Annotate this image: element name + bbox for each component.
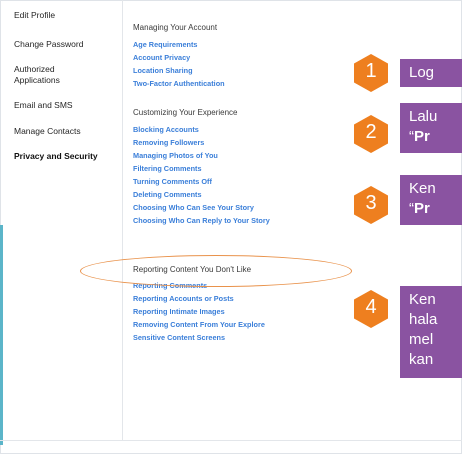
link-sensitive-content[interactable]: Sensitive Content Screens (133, 333, 225, 342)
section-title-customizing: Customizing Your Experience (133, 108, 238, 117)
link-removing-followers[interactable]: Removing Followers (133, 138, 204, 147)
left-accent-bar (0, 225, 3, 445)
link-age-requirements[interactable]: Age Requirements (133, 40, 197, 49)
link-filtering-comments[interactable]: Filtering Comments (133, 164, 202, 173)
step-callout-3: Ken “Pr (400, 175, 462, 225)
link-who-can-reply-story[interactable]: Choosing Who Can Reply to Your Story (133, 216, 270, 225)
link-turning-comments-off[interactable]: Turning Comments Off (133, 177, 212, 186)
step-callout-2: Lalu “Pr (400, 103, 462, 153)
sidebar-divider (122, 0, 123, 440)
link-blocking-accounts[interactable]: Blocking Accounts (133, 125, 199, 134)
link-managing-photos[interactable]: Managing Photos of You (133, 151, 218, 160)
link-two-factor[interactable]: Two-Factor Authentication (133, 79, 225, 88)
step-callout-4: Ken hala mel kan (400, 286, 462, 378)
step-text-4-line-4: kan (409, 351, 434, 368)
link-deleting-comments[interactable]: Deleting Comments (133, 190, 202, 199)
sidebar-item-email-sms[interactable]: Email and SMS (14, 100, 73, 111)
bottom-border (0, 440, 462, 441)
link-reporting-intimate-images[interactable]: Reporting Intimate Images (133, 307, 225, 316)
sidebar-item-change-password[interactable]: Change Password (14, 39, 83, 50)
step-number-2: 2 (365, 121, 377, 143)
step-text-4-line-3: mel (409, 331, 434, 348)
sidebar-item-authorized-applications[interactable]: Authorized Applications (14, 64, 84, 86)
link-account-privacy[interactable]: Account Privacy (133, 53, 190, 62)
link-location-sharing[interactable]: Location Sharing (133, 66, 193, 75)
link-reporting-accounts-posts[interactable]: Reporting Accounts or Posts (133, 294, 234, 303)
section-title-managing-account: Managing Your Account (133, 23, 218, 32)
step-text-4-line-1: Ken (409, 291, 436, 308)
step-callout-1: Log (400, 59, 462, 87)
step-text-3-line-2: “Pr (409, 200, 430, 217)
highlight-ellipse (80, 255, 352, 287)
step-text-1: Log (409, 64, 435, 81)
step-number-4: 4 (365, 296, 377, 318)
step-text-2-line-1: Lalu (409, 108, 438, 125)
link-who-can-see-story[interactable]: Choosing Who Can See Your Story (133, 203, 254, 212)
sidebar-item-edit-profile[interactable]: Edit Profile (14, 10, 55, 21)
step-text-4-line-2: hala (409, 311, 438, 328)
step-number-1: 1 (365, 60, 377, 82)
link-removing-explore-content[interactable]: Removing Content From Your Explore (133, 320, 265, 329)
step-text-3-line-1: Ken (409, 180, 436, 197)
sidebar-item-privacy-security[interactable]: Privacy and Security (14, 151, 98, 162)
step-text-2-line-2: “Pr (409, 128, 430, 145)
sidebar-item-manage-contacts[interactable]: Manage Contacts (14, 126, 81, 137)
step-number-3: 3 (365, 192, 377, 214)
